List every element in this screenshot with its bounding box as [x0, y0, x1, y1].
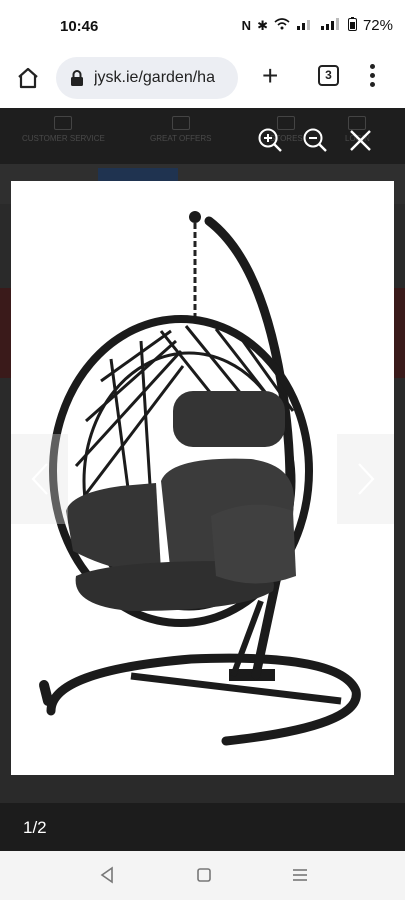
- status-bar: 10:46 N ✱ 72%: [0, 0, 405, 52]
- bluetooth-icon: ✱: [257, 17, 268, 33]
- close-icon[interactable]: [346, 126, 376, 156]
- url-text: jysk.ie/garden/ha: [94, 69, 215, 86]
- chevron-right-icon: [358, 463, 375, 495]
- bg-nav-great-offers: GREAT OFFERS: [150, 116, 212, 143]
- browser-toolbar: jysk.ie/garden/ha + 3: [0, 52, 405, 108]
- signal-icon-2: [320, 18, 342, 33]
- clock: 10:46: [60, 18, 99, 35]
- image-counter: 1/2: [23, 818, 47, 837]
- nfc-icon: N: [241, 18, 252, 33]
- chevron-left-icon: [31, 463, 48, 495]
- bg-nav-customer-service: CUSTOMER SERVICE: [22, 116, 105, 143]
- page-overlay[interactable]: CUSTOMER SERVICE GREAT OFFERS STORES LOG…: [0, 108, 405, 851]
- status-icons: N ✱ 72%: [242, 17, 393, 34]
- zoom-in-icon[interactable]: [255, 126, 285, 156]
- background-logo: [98, 168, 178, 182]
- background-nav: CUSTOMER SERVICE GREAT OFFERS STORES LOG…: [0, 108, 405, 164]
- new-tab-icon[interactable]: +: [262, 60, 278, 92]
- system-nav-bar: [0, 851, 405, 900]
- wifi-icon: [274, 18, 290, 33]
- home-nav-icon[interactable]: [194, 865, 214, 885]
- next-image-button[interactable]: [337, 434, 394, 524]
- address-bar[interactable]: jysk.ie/garden/ha: [56, 57, 238, 99]
- home-icon[interactable]: [14, 64, 42, 92]
- battery-level: 72%: [362, 17, 393, 34]
- tab-switcher-button[interactable]: 3: [318, 65, 339, 86]
- back-icon[interactable]: [98, 865, 118, 885]
- previous-image-button[interactable]: [11, 434, 68, 524]
- gallery-caption-bar: [0, 803, 405, 851]
- overflow-menu-icon[interactable]: [367, 62, 377, 90]
- battery-icon: [347, 17, 357, 34]
- recents-icon[interactable]: [290, 865, 310, 885]
- zoom-out-icon[interactable]: [300, 126, 330, 156]
- lock-icon: [68, 69, 86, 87]
- signal-icon: [296, 18, 314, 33]
